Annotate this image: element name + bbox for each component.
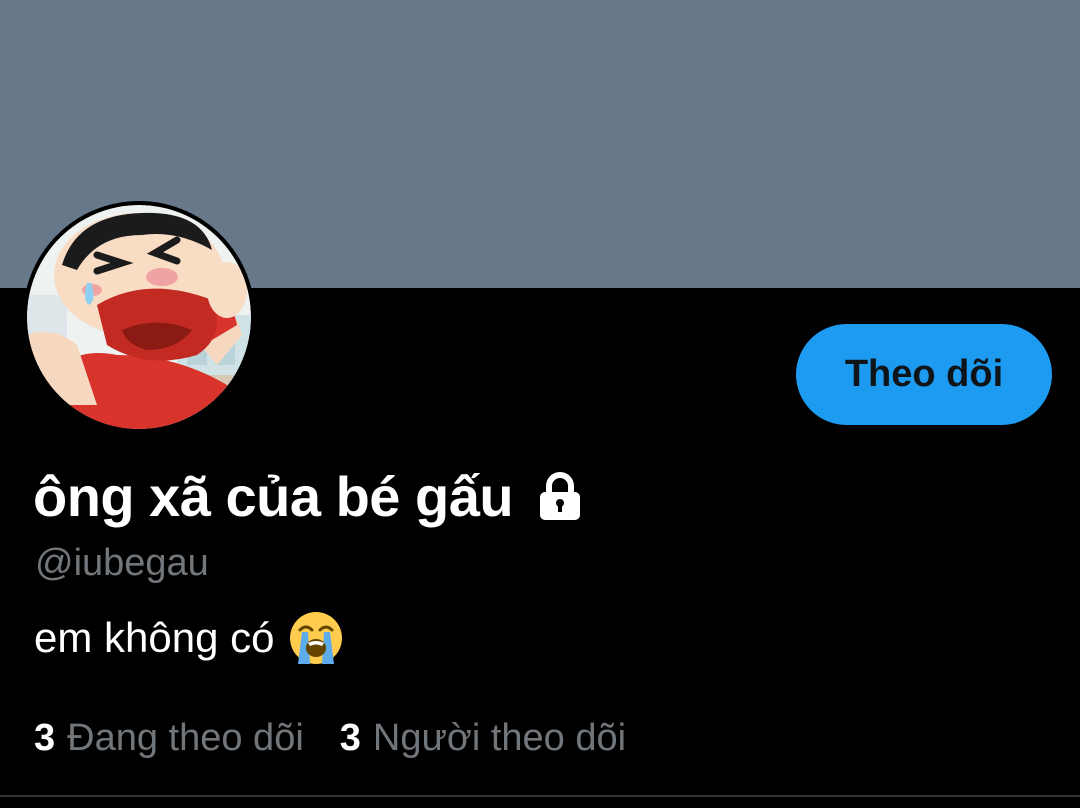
- profile-stats: 3 Đang theo dõi 3 Người theo dõi: [34, 714, 662, 762]
- display-name: ông xã của bé gấu: [33, 465, 514, 528]
- following-label: Đang theo dõi: [67, 717, 304, 759]
- display-name-row: ông xã của bé gấu: [33, 462, 583, 532]
- profile-page: Theo dõi ông xã của bé gấu @iubegau em k…: [0, 0, 1080, 808]
- lock-icon: [537, 471, 583, 523]
- loudly-crying-face-icon: [288, 610, 344, 666]
- avatar[interactable]: [23, 201, 255, 433]
- followers-count: 3: [339, 717, 361, 759]
- followers-label: Người theo dõi: [372, 717, 627, 759]
- following-link[interactable]: 3 Đang theo dõi: [34, 714, 304, 762]
- divider: [0, 795, 1080, 797]
- bio-text: em không có: [34, 614, 275, 661]
- profile-bio: em không có: [34, 610, 344, 666]
- followers-link[interactable]: 3 Người theo dõi: [340, 714, 626, 762]
- following-count: 3: [34, 717, 56, 759]
- avatar-image: [27, 205, 251, 429]
- user-handle: @iubegau: [35, 542, 209, 584]
- follow-button[interactable]: Theo dõi: [796, 324, 1052, 425]
